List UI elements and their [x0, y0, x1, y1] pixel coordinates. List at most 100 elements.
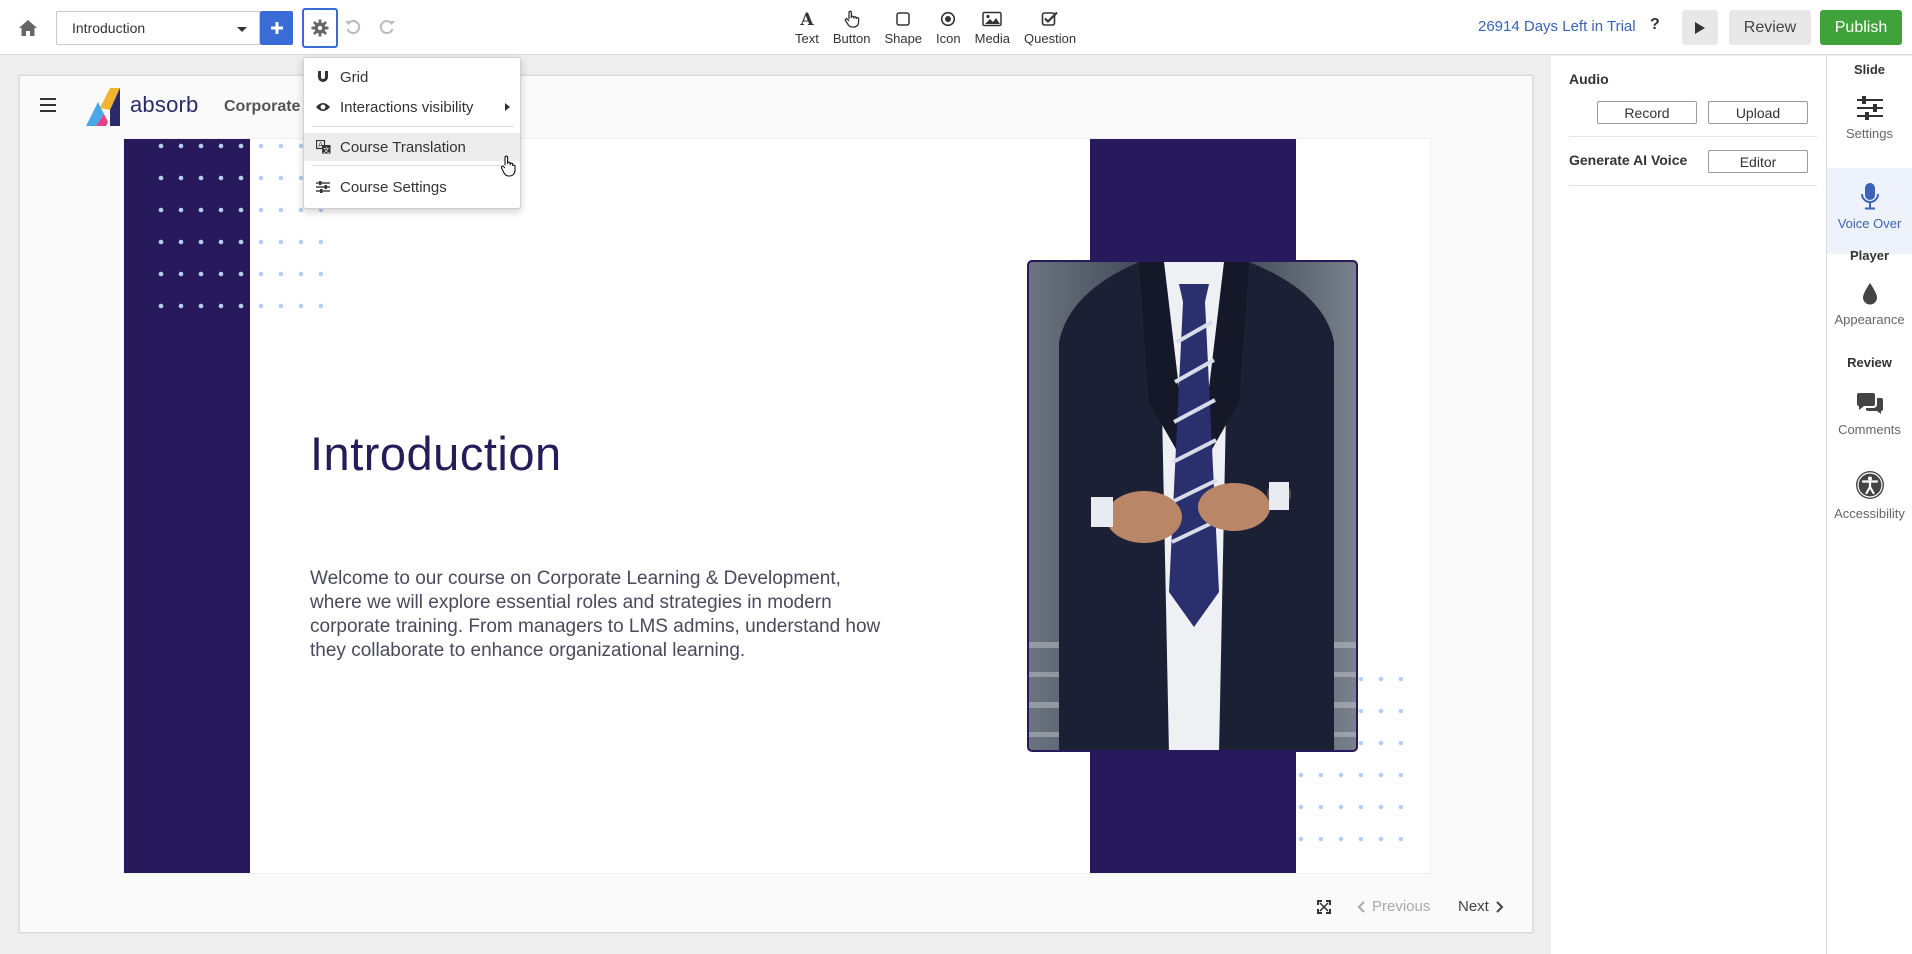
insert-button-button[interactable]: Button — [832, 8, 871, 50]
insert-question-button[interactable]: Question — [1024, 8, 1076, 50]
menu-item-grid[interactable]: Grid — [304, 63, 520, 91]
menu-item-course-settings-label: Course Settings — [340, 178, 447, 196]
image-icon — [982, 11, 1003, 27]
insert-question-label: Question — [1024, 31, 1077, 46]
rail-item-comments[interactable]: Comments — [1827, 392, 1912, 452]
hamburger-menu-icon[interactable] — [40, 98, 56, 112]
divider — [1569, 136, 1817, 137]
square-icon — [896, 12, 910, 26]
home-button[interactable] — [14, 14, 42, 42]
chevron-left-icon — [1357, 900, 1365, 913]
translate-icon: A文 — [315, 140, 330, 154]
magnet-icon — [318, 71, 328, 82]
redo-icon — [379, 20, 395, 35]
publish-button[interactable]: Publish — [1820, 10, 1902, 45]
menu-item-course-settings[interactable]: Course Settings — [304, 173, 520, 201]
gear-icon — [311, 19, 329, 37]
preview-button[interactable] — [1682, 10, 1718, 45]
businessman-photo — [1027, 260, 1358, 752]
previous-label: Previous — [1372, 898, 1431, 915]
editor-button[interactable]: Editor — [1708, 150, 1808, 173]
rail-item-voice-over[interactable]: Voice Over — [1827, 168, 1912, 254]
insert-button-label: Button — [832, 31, 871, 46]
insert-icon-label: Icon — [936, 31, 961, 46]
slide-canvas: absorb Corporate Introduction Welcome to… — [19, 75, 1533, 933]
menu-divider — [312, 126, 514, 127]
trial-status[interactable]: 26914 Days Left in Trial — [1478, 18, 1636, 35]
slide[interactable]: Introduction Welcome to our course on Co… — [123, 138, 1431, 874]
ai-voice-label: Generate AI Voice — [1569, 152, 1688, 168]
insert-text-button[interactable]: A Text — [795, 8, 819, 50]
comments-icon — [1856, 393, 1883, 414]
settings-menu-button[interactable] — [302, 8, 338, 48]
rail-item-appearance[interactable]: Appearance — [1827, 282, 1912, 342]
fullscreen-icon[interactable] — [1317, 900, 1331, 914]
settings-dropdown-menu: Grid Interactions visibility A文 Course T… — [303, 57, 521, 209]
menu-item-course-translation[interactable]: A文 Course Translation — [304, 133, 520, 161]
help-button[interactable]: ? — [1650, 16, 1660, 34]
rail-item-settings[interactable]: Settings — [1827, 96, 1912, 150]
plus-icon — [270, 22, 283, 34]
undo-button[interactable] — [340, 14, 366, 40]
previous-button[interactable]: Previous — [1356, 898, 1430, 915]
insert-tools: A Text Button Shape Icon Media Question — [795, 8, 1090, 50]
svg-text:A: A — [799, 11, 814, 27]
top-toolbar: Introduction A Text Button Shape Icon Me… — [0, 0, 1912, 55]
microphone-icon — [1860, 183, 1879, 210]
insert-media-label: Media — [974, 31, 1011, 46]
properties-panel: Audio Record Upload Generate AI Voice Ed… — [1551, 56, 1826, 954]
slide-navigation: Previous Next — [20, 888, 1532, 928]
insert-icon-button[interactable]: Icon — [936, 8, 961, 50]
hand-cursor-icon — [500, 155, 516, 177]
slide-selector-value: Introduction — [72, 20, 146, 36]
slide-title: Introduction — [310, 427, 562, 480]
upload-button[interactable]: Upload — [1708, 101, 1808, 124]
rail-section-review: Review — [1847, 355, 1892, 370]
slide-selector[interactable]: Introduction — [56, 11, 260, 45]
brand-wordmark: absorb — [130, 92, 199, 117]
chevron-right-icon — [505, 103, 510, 111]
home-icon — [19, 20, 37, 36]
checkbox-icon — [1041, 11, 1058, 26]
right-side-rail: Slide Settings Voice Over Player Appeara… — [1826, 56, 1912, 954]
pointer-hand-icon — [844, 10, 859, 28]
insert-media-button[interactable]: Media — [975, 8, 1010, 50]
droplet-icon — [1862, 283, 1877, 305]
rail-item-accessibility-label: Accessibility — [1834, 506, 1905, 521]
rail-item-comments-label: Comments — [1838, 422, 1901, 437]
next-label: Next — [1458, 898, 1489, 915]
menu-item-grid-label: Grid — [340, 68, 369, 86]
rail-item-accessibility[interactable]: Accessibility — [1827, 470, 1912, 530]
chevron-right-icon — [1496, 900, 1504, 913]
next-button[interactable]: Next — [1458, 898, 1505, 915]
review-button[interactable]: Review — [1729, 10, 1811, 45]
rail-item-appearance-label: Appearance — [1834, 312, 1905, 327]
divider — [1569, 185, 1817, 186]
add-slide-button[interactable] — [260, 11, 293, 45]
text-icon: A — [799, 11, 814, 27]
menu-item-course-translation-label: Course Translation — [340, 138, 466, 156]
businessman-illustration — [1029, 262, 1356, 750]
absorb-logo — [86, 88, 120, 126]
eye-icon — [316, 103, 330, 111]
audio-label: Audio — [1569, 71, 1609, 87]
redo-button[interactable] — [374, 14, 400, 40]
insert-shape-button[interactable]: Shape — [884, 8, 922, 50]
play-icon — [1695, 21, 1705, 34]
target-icon — [941, 11, 956, 27]
menu-item-interactions-visibility[interactable]: Interactions visibility — [304, 93, 520, 121]
sliders-icon — [316, 181, 330, 193]
rail-item-voice-over-label: Voice Over — [1837, 216, 1902, 231]
rail-section-player: Player — [1849, 248, 1890, 263]
sliders-icon — [1856, 96, 1883, 120]
insert-text-label: Text — [795, 31, 819, 46]
course-title: Corporate — [224, 98, 301, 115]
chevron-down-icon — [237, 27, 247, 32]
svg-text:文: 文 — [322, 145, 329, 154]
record-button[interactable]: Record — [1597, 101, 1697, 124]
slide-body-text: Welcome to our course on Corporate Learn… — [310, 568, 881, 661]
accessibility-icon — [1855, 471, 1884, 499]
course-header: absorb Corporate — [20, 76, 1532, 136]
undo-icon — [345, 20, 361, 35]
rail-item-settings-label: Settings — [1846, 126, 1893, 141]
